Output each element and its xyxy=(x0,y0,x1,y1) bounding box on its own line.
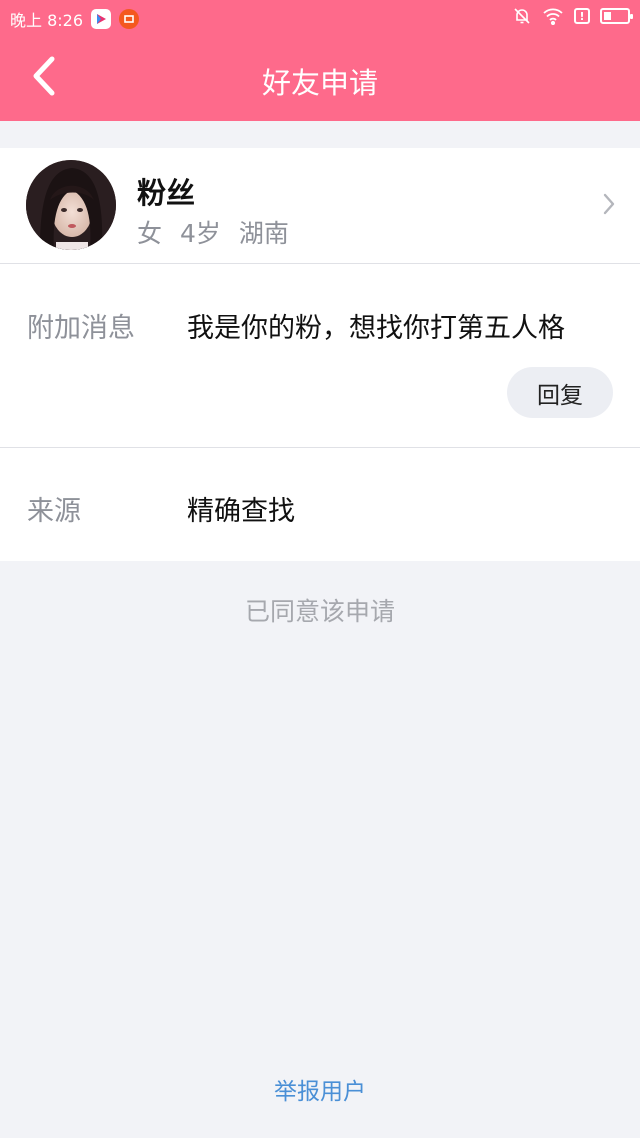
message-label: 附加消息 xyxy=(27,313,135,344)
source-section: 来源 精确查找 xyxy=(0,448,640,561)
avatar-photo xyxy=(26,160,116,250)
alert-icon: ! xyxy=(574,8,590,24)
status-bar: 晚上 8:26 ! xyxy=(0,0,640,32)
battery-fill xyxy=(604,12,611,20)
report-user-link[interactable]: 举报用户 xyxy=(0,1072,640,1106)
status-right: ! xyxy=(502,6,633,26)
profile-location: 湖南 xyxy=(238,219,289,248)
message-section: 附加消息 我是你的粉，想找你打第五人格 回复 xyxy=(0,264,640,447)
request-status: 已同意该申请 xyxy=(244,597,395,626)
profile-gender: 女 xyxy=(137,219,163,248)
chevron-right-icon xyxy=(603,193,615,215)
header-bar: 好友申请 xyxy=(0,32,640,121)
bell-muted-icon xyxy=(512,6,532,26)
status-left: 晚上 8:26 xyxy=(10,7,140,31)
profile-name: 粉丝 xyxy=(137,176,196,210)
reply-button[interactable]: 回复 xyxy=(507,367,613,418)
status-time: 晚上 8:26 xyxy=(10,11,84,30)
source-label: 来源 xyxy=(27,496,81,527)
profile-age: 4岁 xyxy=(180,219,221,248)
video-app-icon xyxy=(91,9,112,29)
wifi-icon xyxy=(542,7,564,25)
message-text: 我是你的粉，想找你打第五人格 xyxy=(187,313,565,344)
battery-outline xyxy=(600,8,633,24)
orange-app-icon xyxy=(119,9,140,29)
battery-icon xyxy=(600,8,633,24)
page-title: 好友申请 xyxy=(261,66,378,100)
avatar[interactable] xyxy=(26,160,116,250)
source-value: 精确查找 xyxy=(187,496,295,527)
profile-row[interactable]: 粉丝 女 4岁 湖南 xyxy=(0,148,640,263)
profile-meta: 女 4岁 湖南 xyxy=(137,214,307,250)
